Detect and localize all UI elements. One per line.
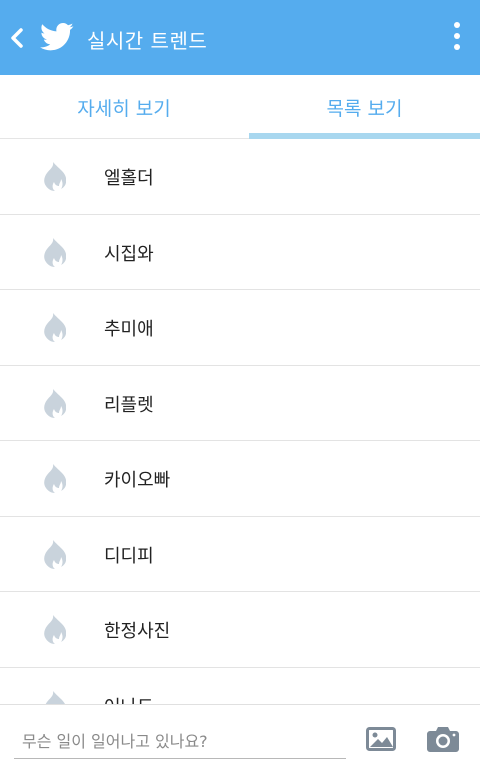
app-bar: 실시간 트렌드 — [0, 0, 480, 75]
list-item[interactable]: 리플렛 — [0, 365, 480, 441]
more-vertical-icon[interactable] — [448, 22, 466, 54]
flame-icon — [44, 237, 66, 267]
list-item[interactable]: 엘홀더 — [0, 139, 480, 215]
tab-bar: 자세히 보기 목록 보기 — [0, 75, 480, 139]
page-title: 실시간 트렌드 — [87, 29, 208, 53]
tab-detail-view[interactable]: 자세히 보기 — [0, 75, 248, 139]
list-item[interactable]: 한정사진 — [0, 592, 480, 668]
twitter-bird-icon — [40, 22, 74, 51]
trend-label: 디디피 — [104, 545, 154, 567]
trend-list[interactable]: 엘홀더 시집와 추미애 리플렛 카이오빠 디디피 한정사진 어나드 — [0, 139, 480, 704]
list-item[interactable]: 어나드 — [0, 667, 480, 705]
flame-icon — [44, 313, 66, 342]
trend-label: 카이오빠 — [104, 470, 171, 491]
flame-icon — [44, 464, 66, 493]
flame-icon — [44, 162, 66, 191]
chevron-left-icon[interactable] — [8, 26, 28, 50]
list-item[interactable]: 추미애 — [0, 290, 480, 366]
trend-label: 시집와 — [104, 243, 154, 265]
tab-list-view[interactable]: 목록 보기 — [249, 75, 480, 139]
trend-label: 한정사진 — [104, 621, 171, 642]
flame-icon — [44, 615, 66, 644]
flame-icon — [44, 539, 66, 569]
trend-label: 엘홀더 — [104, 168, 154, 189]
list-item[interactable]: 디디피 — [0, 516, 480, 592]
list-item[interactable]: 카이오빠 — [0, 441, 480, 517]
tweet-input[interactable] — [14, 725, 346, 759]
list-item[interactable]: 시집와 — [0, 214, 480, 290]
flame-icon — [44, 388, 66, 418]
tweet-composer — [0, 704, 480, 767]
camera-icon[interactable] — [427, 725, 459, 753]
trend-label: 추미애 — [104, 319, 154, 340]
trend-label: 어나드 — [104, 693, 154, 705]
flame-icon — [45, 690, 66, 704]
trend-label: 리플렛 — [104, 394, 154, 416]
image-icon[interactable] — [366, 727, 396, 751]
